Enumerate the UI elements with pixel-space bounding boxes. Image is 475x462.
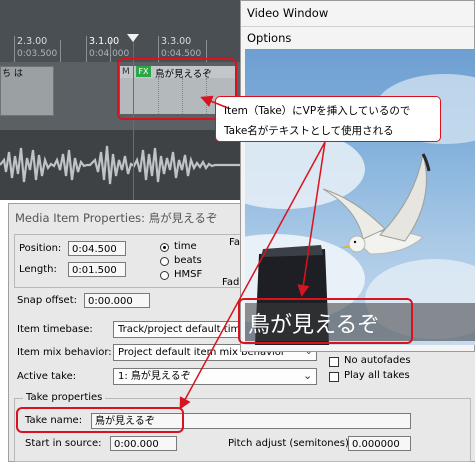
arrow-to-media-item [200, 95, 229, 109]
annotation-arrows [179, 95, 326, 410]
arrow-to-take-name [179, 141, 326, 410]
arrow-to-overlay-text [297, 141, 326, 297]
